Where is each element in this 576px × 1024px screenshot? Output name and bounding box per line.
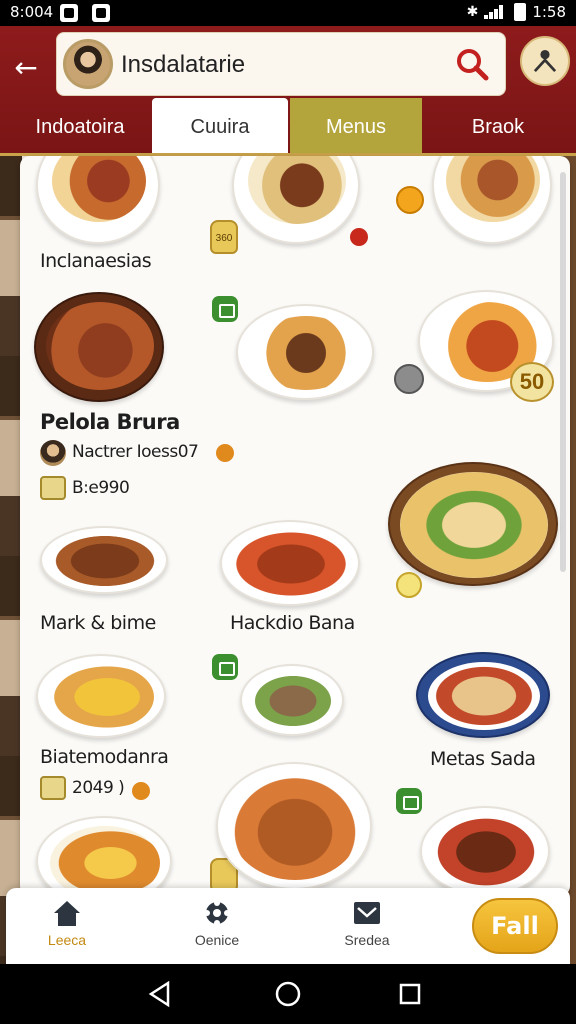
menu-card: 360 Inclanaesias 50 Pelola Brura Nactrer… (20, 156, 570, 896)
search-input[interactable] (121, 47, 441, 83)
price-badge: 50 (510, 362, 554, 402)
nav-label: Sredea (344, 932, 390, 948)
dish-image[interactable] (36, 654, 166, 738)
item-price: B:e990 (72, 478, 130, 498)
gray-tag-icon (394, 364, 424, 394)
dish-image[interactable] (40, 526, 168, 594)
back-arrow-icon[interactable]: ← (8, 46, 44, 90)
status-time-right: 1:58 (532, 3, 566, 21)
tab-cuuira[interactable]: Cuuira (152, 98, 288, 156)
yellow-tag-icon (396, 572, 422, 598)
fall-button[interactable]: Fall (472, 898, 558, 954)
dish-image[interactable] (36, 156, 160, 244)
price-tag-icon (40, 476, 66, 500)
item-name[interactable]: Mark & bime (40, 612, 156, 634)
status-time: 8:004 (10, 3, 54, 21)
gear-icon (204, 900, 230, 926)
dish-image[interactable] (34, 292, 164, 402)
tab-menus[interactable]: Menus (290, 98, 422, 156)
green-badge-icon (396, 788, 422, 814)
recents-square-icon[interactable] (396, 980, 424, 1008)
tab-bar: Indoatoira Cuuira Menus Braok (0, 98, 576, 156)
inbox-icon (354, 902, 380, 924)
item-name[interactable]: Biatemodanra (40, 746, 169, 768)
back-triangle-icon[interactable] (146, 980, 174, 1008)
nav-label: Oenice (194, 932, 240, 948)
item-name[interactable]: Hackdio Bana (230, 612, 355, 634)
dish-image[interactable] (388, 462, 558, 586)
system-nav-bar (0, 964, 576, 1024)
item-name[interactable]: Pelola Brura (40, 410, 180, 434)
dish-image[interactable] (420, 806, 550, 896)
profile-icon[interactable] (520, 36, 570, 86)
bottom-nav: Leeca Oenice Sredea Fall (6, 888, 570, 964)
spicy-icon (132, 782, 150, 800)
green-badge-icon (212, 654, 238, 680)
dish-image[interactable] (236, 304, 374, 400)
dish-image[interactable] (216, 762, 372, 890)
home-circle-icon[interactable] (274, 980, 302, 1008)
price-bottle-badge: 360 (210, 220, 238, 254)
dish-image[interactable] (416, 652, 550, 738)
tab-indoatoira[interactable]: Indoatoira (10, 98, 150, 156)
home-icon (54, 901, 80, 926)
signal-icon (484, 5, 508, 19)
item-price: 2049 ) (72, 778, 125, 798)
image-notification-icon (92, 4, 110, 22)
dish-image[interactable] (220, 520, 360, 606)
battery-icon (514, 3, 527, 21)
dish-image[interactable] (232, 156, 360, 244)
search-icon[interactable] (455, 47, 489, 81)
notification-icon (60, 4, 78, 22)
nav-inbox[interactable]: Sredea (322, 898, 412, 958)
tab-braok[interactable]: Braok (430, 98, 566, 156)
scrollbar[interactable] (560, 172, 566, 572)
chef-avatar (63, 39, 113, 89)
nav-settings[interactable]: Oenice (172, 898, 262, 958)
nav-home[interactable]: Leeca (22, 898, 112, 958)
spicy-icon (216, 444, 234, 462)
search-bar[interactable] (56, 32, 506, 96)
orange-badge-icon (396, 186, 424, 214)
item-name[interactable]: Inclanaesias (40, 250, 152, 272)
dish-image[interactable] (36, 816, 172, 896)
bluetooth-icon: ✱ (466, 4, 479, 20)
item-name[interactable]: Metas Sada (430, 748, 536, 770)
dish-image[interactable] (240, 664, 344, 736)
dish-image[interactable] (432, 156, 552, 244)
item-author: Nactrer Ioess07 (72, 442, 199, 462)
green-badge-icon (212, 296, 238, 322)
author-avatar (40, 440, 66, 466)
nav-label: Leeca (47, 932, 87, 948)
status-bar: 8:004 ✱ 1:58 (0, 0, 576, 26)
app-header: ← Indoatoira Cuuira Menus Braok (0, 26, 576, 156)
spicy-icon (350, 228, 368, 246)
status-right: ✱ 1:58 (467, 3, 566, 21)
price-tag-icon (40, 776, 66, 800)
